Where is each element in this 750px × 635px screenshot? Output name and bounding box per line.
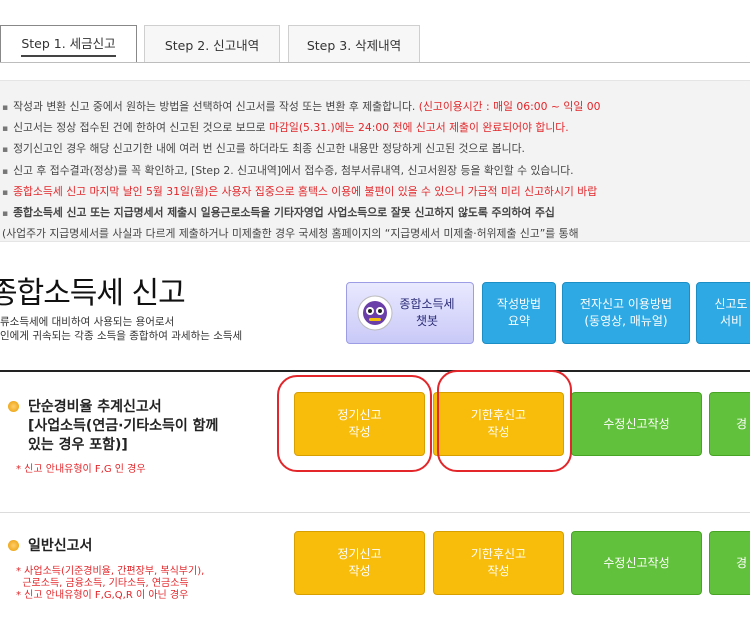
section1-title: 단순경비율 추계신고서 [사업소득(연금·기타소득이 함께 있는 경우 포함)]	[8, 398, 218, 455]
tab-divider	[0, 62, 750, 63]
section1-extra-button[interactable]: 경	[709, 392, 750, 456]
tab-step3-deleted-history[interactable]: Step 3. 삭제내역	[288, 25, 420, 63]
notice-line: (사업주가 지급명세서를 사실과 다르게 제출하거나 미제출한 경우 국세청 홈…	[2, 227, 579, 241]
e-filing-howto-button[interactable]: 전자신고 이용방법 (동영상, 매뉴얼)	[562, 282, 690, 344]
page-title: 종합소득세 신고	[0, 276, 186, 311]
bullet-icon	[8, 540, 19, 551]
section2-note: * 사업소득(기준경비율, 간편장부, 복식부기), 근로소득, 금융소득, 기…	[16, 566, 205, 601]
section2-amend-filing-button[interactable]: 수정신고작성	[571, 531, 702, 595]
tab-step2-filing-history[interactable]: Step 2. 신고내역	[144, 25, 280, 63]
bullet-icon	[8, 401, 19, 412]
section2-title: 일반신고서	[8, 537, 92, 556]
robot-icon	[357, 295, 393, 331]
notice-box: 작성과 변환 신고 중에서 원하는 방법을 선택하여 신고서를 작성 또는 변환…	[0, 80, 750, 242]
filing-service-button[interactable]: 신고도 서비	[696, 282, 750, 344]
notice-line: 신고서는 정상 접수된 건에 한하여 신고된 것으로 보므로 마감일(5.31.…	[2, 118, 750, 139]
tab-bar: Step 1. 세금신고 Step 2. 신고내역 Step 3. 삭제내역	[0, 0, 750, 70]
notice-line: 정기신고인 경우 해당 신고기한 내에 여러 번 신고를 하더라도 최종 신고한…	[2, 139, 750, 160]
page-description: 류소득세에 대비하여 사용되는 용어로서 인에게 귀속되는 각종 소득을 종합하…	[0, 316, 243, 342]
section2-extra-button[interactable]: 경	[709, 531, 750, 595]
guide-summary-button[interactable]: 작성방법 요약	[482, 282, 556, 344]
section1-amend-filing-button[interactable]: 수정신고작성	[571, 392, 702, 456]
section1-note: * 신고 안내유형이 F,G 인 경우	[16, 464, 146, 475]
section-divider	[0, 370, 750, 372]
notice-line: 작성과 변환 신고 중에서 원하는 방법을 선택하여 신고서를 작성 또는 변환…	[2, 97, 750, 118]
section2-late-filing-button[interactable]: 기한후신고 작성	[433, 531, 564, 595]
section-divider	[0, 512, 750, 513]
notice-line: 종합소득세 신고 또는 지급명세서 제출시 일용근로소득을 기타자영업 사업소득…	[2, 203, 750, 224]
notice-line: 종합소득세 신고 마지막 날인 5월 31일(월)은 사용자 집중으로 홈택스 …	[2, 182, 750, 203]
tab-step2-label: Step 2. 신고내역	[164, 38, 260, 53]
chatbot-label: 종합소득세 챗봇	[399, 297, 455, 328]
notice-line: 신고 후 접수결과(정상)를 꼭 확인하고, [Step 2. 신고내역]에서 …	[2, 161, 750, 182]
chatbot-button[interactable]: 종합소득세 챗봇	[346, 282, 474, 344]
highlight-circle	[277, 375, 432, 472]
tab-step3-label: Step 3. 삭제내역	[306, 38, 402, 53]
tab-step1-label: Step 1. 세금신고	[21, 33, 116, 57]
tab-step1-tax-filing[interactable]: Step 1. 세금신고	[0, 25, 137, 63]
highlight-circle	[437, 370, 572, 472]
section2-regular-filing-button[interactable]: 정기신고 작성	[294, 531, 425, 595]
